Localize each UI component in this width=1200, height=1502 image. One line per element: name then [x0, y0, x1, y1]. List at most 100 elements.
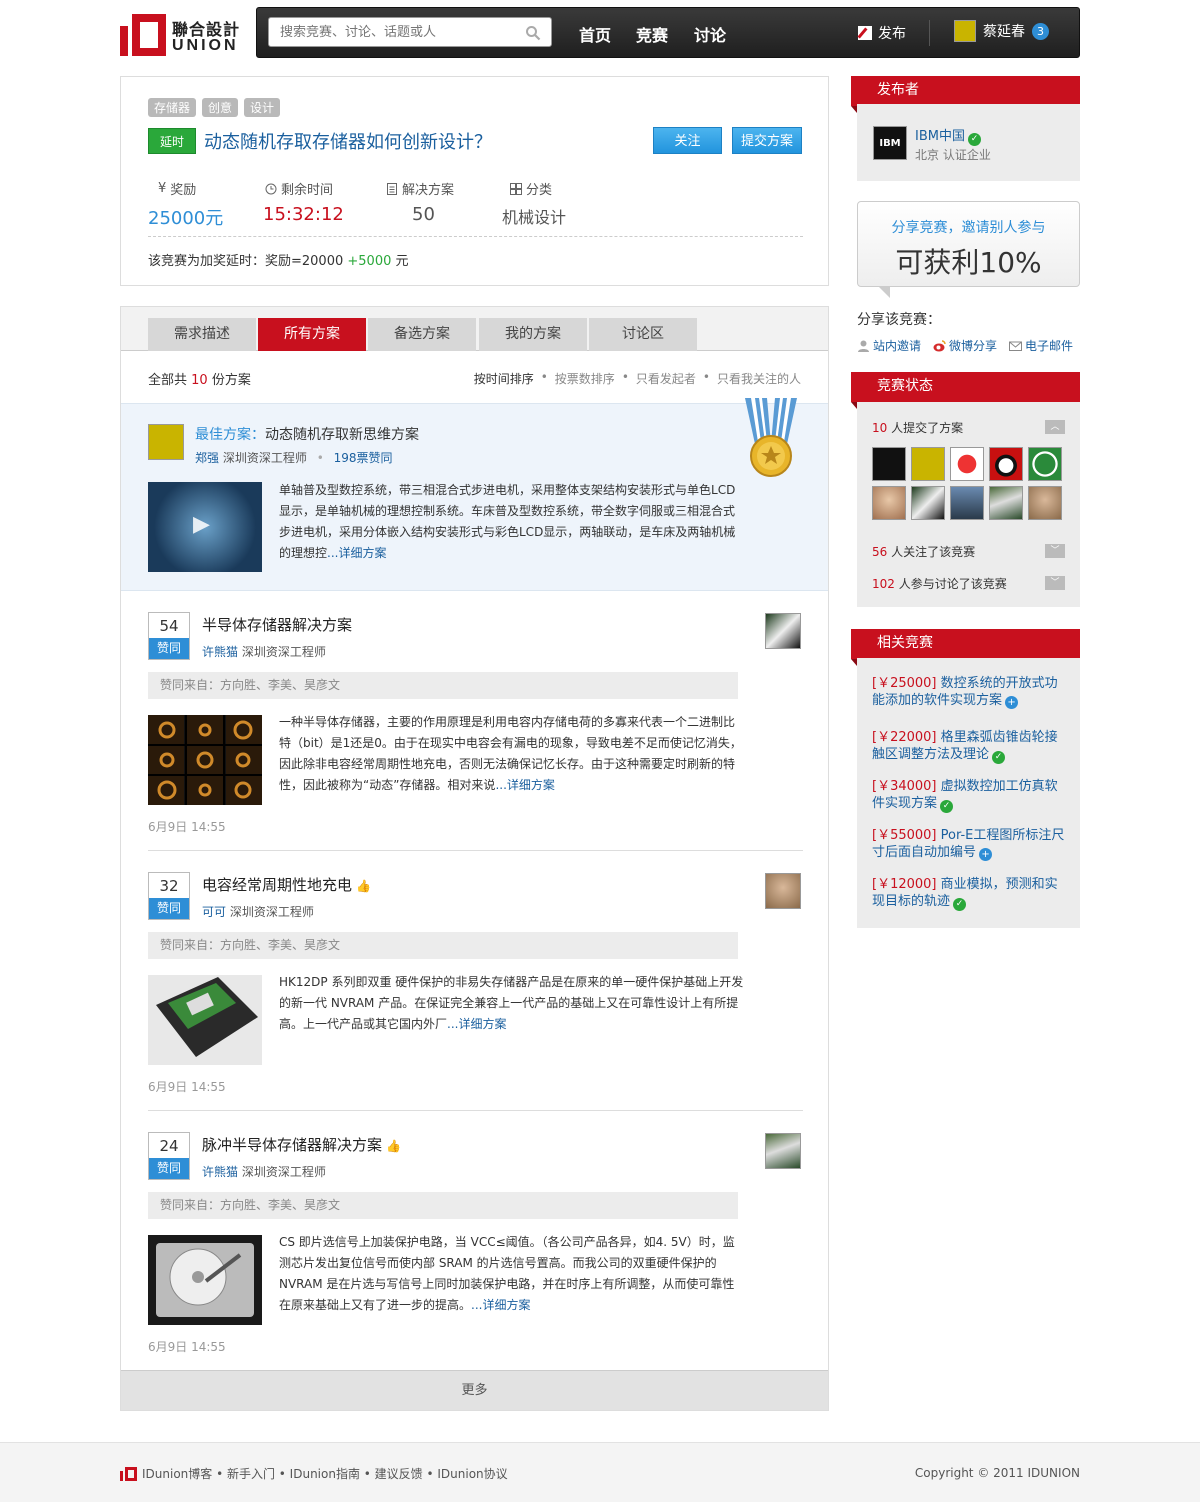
prize-note: 该竞赛为加奖延时：奖励=20000 +5000 元 [148, 250, 409, 269]
tag[interactable]: 创意 [202, 98, 239, 117]
details-link[interactable]: ...详细方案 [327, 546, 386, 560]
user-menu[interactable]: 蔡延春 3 [954, 20, 1049, 42]
site-logo[interactable]: 聯合設計 UNION [120, 12, 242, 58]
author-avatar[interactable] [765, 873, 801, 909]
publisher-logo[interactable]: IBM [873, 126, 907, 160]
participant-avatar[interactable] [989, 486, 1023, 520]
solution-image[interactable] [148, 975, 262, 1065]
vote-count: 24 [159, 1137, 179, 1155]
author-link[interactable]: 许熊猫 [202, 1165, 238, 1179]
stat-solutions: 解决方案 50 [386, 179, 454, 225]
load-more-button[interactable]: 更多 [121, 1370, 828, 1410]
search-icon[interactable] [525, 25, 541, 41]
publisher-name-text: IBM中国 [915, 129, 965, 144]
chevron-up-icon[interactable]: ︿ [1045, 420, 1065, 434]
participant-avatar[interactable] [872, 447, 906, 481]
submit-solution-button[interactable]: 提交方案 [732, 127, 802, 154]
participant-avatar[interactable] [950, 486, 984, 520]
logo-mark [120, 14, 168, 56]
chevron-down-icon[interactable]: ﹀ [1045, 544, 1065, 558]
divider [148, 236, 803, 237]
agree-button[interactable]: 赞同 [149, 1158, 189, 1179]
participant-avatar[interactable] [872, 486, 906, 520]
top-nav-bar: 首页 竞赛 讨论 发布 蔡延春 3 [256, 7, 1080, 58]
agree-button[interactable]: 赞同 [149, 638, 189, 659]
author-avatar[interactable] [765, 613, 801, 649]
participant-avatar[interactable] [950, 447, 984, 481]
best-title[interactable]: 最佳方案：动态随机存取新思维方案 [195, 424, 419, 444]
filter-following[interactable]: 只看我关注的人 [717, 370, 801, 387]
details-link[interactable]: ...详细方案 [447, 1017, 506, 1031]
nav-discussion[interactable]: 讨论 [694, 22, 726, 46]
stat-value: 15:32:12 [263, 204, 344, 225]
sort-options: 按时间排序 • 按票数排序 • 只看发起者 • 只看我关注的人 [473, 370, 801, 387]
tab-discussion[interactable]: 讨论区 [589, 318, 697, 351]
tab-candidate-solutions[interactable]: 备选方案 [368, 318, 476, 351]
details-link[interactable]: ...详细方案 [495, 778, 554, 792]
check-icon: ✓ [940, 800, 954, 813]
related-item[interactable]: [￥12000] 商业模拟，预测和实现目标的轨迹 ✓ [872, 876, 1068, 911]
tag[interactable]: 设计 [244, 98, 281, 117]
search-input[interactable] [269, 18, 509, 46]
invite-link[interactable]: 站内邀请 [857, 337, 921, 354]
participant-avatar[interactable] [1028, 486, 1062, 520]
related-item[interactable]: [￥55000] Por-E工程图所标注尺寸后面自动加编号 + [872, 827, 1068, 861]
solution-image[interactable] [148, 715, 262, 805]
solution-video-thumbnail[interactable] [148, 482, 262, 572]
nav-competition[interactable]: 竞赛 [636, 22, 668, 46]
nav-home[interactable]: 首页 [579, 22, 611, 46]
author-avatar[interactable] [765, 1133, 801, 1169]
participant-avatar[interactable] [989, 447, 1023, 481]
title-text: 脉冲半导体存储器解决方案 [202, 1136, 383, 1154]
author-link[interactable]: 郑强 [195, 451, 219, 465]
check-icon: ✓ [953, 898, 967, 911]
vote-box: 32 赞同 [148, 872, 190, 920]
thumbs-up-icon: 👍 [386, 1139, 401, 1153]
solution-summary: HK12DP 系列即双重 硬件保护的非易失存储器产品是在原来的单一硬件保护基础上… [279, 972, 744, 1035]
vote-count: 32 [159, 877, 179, 895]
solution-image[interactable] [148, 1235, 262, 1325]
details-link[interactable]: ...详细方案 [471, 1298, 530, 1312]
related-item[interactable]: [￥25000] 数控系统的开放式功能添加的软件实现方案 + [872, 675, 1068, 709]
stat-time-left: 剩余时间 15:32:12 [263, 179, 344, 225]
solution-title[interactable]: 电容经常周期性地充电 👍 [202, 874, 371, 895]
follow-button[interactable]: 关注 [653, 127, 722, 154]
filter-initiator[interactable]: 只看发起者 [636, 370, 696, 387]
count-label: 人关注了该竞赛 [891, 545, 976, 559]
chevron-down-icon[interactable]: ﹀ [1045, 576, 1065, 590]
agree-button[interactable]: 赞同 [149, 898, 189, 919]
related-heading: 相关竞赛 [851, 629, 1080, 666]
author-link[interactable]: 许熊猫 [202, 645, 238, 659]
participant-avatar[interactable] [911, 447, 945, 481]
publish-button[interactable]: 发布 [858, 23, 906, 43]
weibo-share-link[interactable]: 微博分享 [933, 337, 997, 354]
footer-nav[interactable]: IDunion博客 • 新手入门 • IDunion指南 • 建议反馈 • ID… [142, 1465, 508, 1482]
author-role: 深圳资深工程师 [241, 1165, 326, 1179]
tag-list: 存储器 创意 设计 [148, 98, 281, 117]
tab-requirements[interactable]: 需求描述 [148, 318, 256, 351]
sort-by-votes[interactable]: 按票数排序 [555, 370, 615, 387]
count-value: 10 [191, 373, 208, 388]
tab-all-solutions[interactable]: 所有方案 [258, 318, 366, 351]
author-link[interactable]: 可可 [202, 905, 226, 919]
share-promo: 分享竞赛，邀请别人参与 可获利10% [857, 201, 1080, 298]
tab-my-solutions[interactable]: 我的方案 [479, 318, 587, 351]
publisher-name[interactable]: IBM中国 ✓ [915, 125, 981, 146]
solution-title[interactable]: 半导体存储器解决方案 [202, 614, 352, 635]
related-item[interactable]: [￥22000] 格里森弧齿锥齿轮接触区调整方法及理论 ✓ [872, 729, 1068, 764]
notification-badge[interactable]: 3 [1032, 22, 1049, 40]
solution-title[interactable]: 脉冲半导体存储器解决方案 👍 [202, 1134, 401, 1155]
footer-logo[interactable] [120, 1466, 138, 1481]
author-avatar[interactable] [148, 424, 184, 460]
sort-by-time[interactable]: 按时间排序 [474, 370, 534, 387]
count-label: 人参与讨论了该竞赛 [898, 577, 1007, 591]
participant-avatar[interactable] [1028, 447, 1062, 481]
related-item[interactable]: [￥34000] 虚拟数控加工仿真软件实现方案 ✓ [872, 778, 1068, 813]
search-box [268, 17, 552, 47]
solution-author: 许熊猫 深圳资深工程师 [202, 643, 326, 660]
participant-avatar[interactable] [911, 486, 945, 520]
related-box: [￥25000] 数控系统的开放式功能添加的软件实现方案 + [￥22000] 格… [857, 658, 1080, 928]
thumbs-up-icon: 👍 [356, 879, 371, 893]
tag[interactable]: 存储器 [148, 98, 197, 117]
email-share-link[interactable]: 电子邮件 [1009, 337, 1073, 354]
